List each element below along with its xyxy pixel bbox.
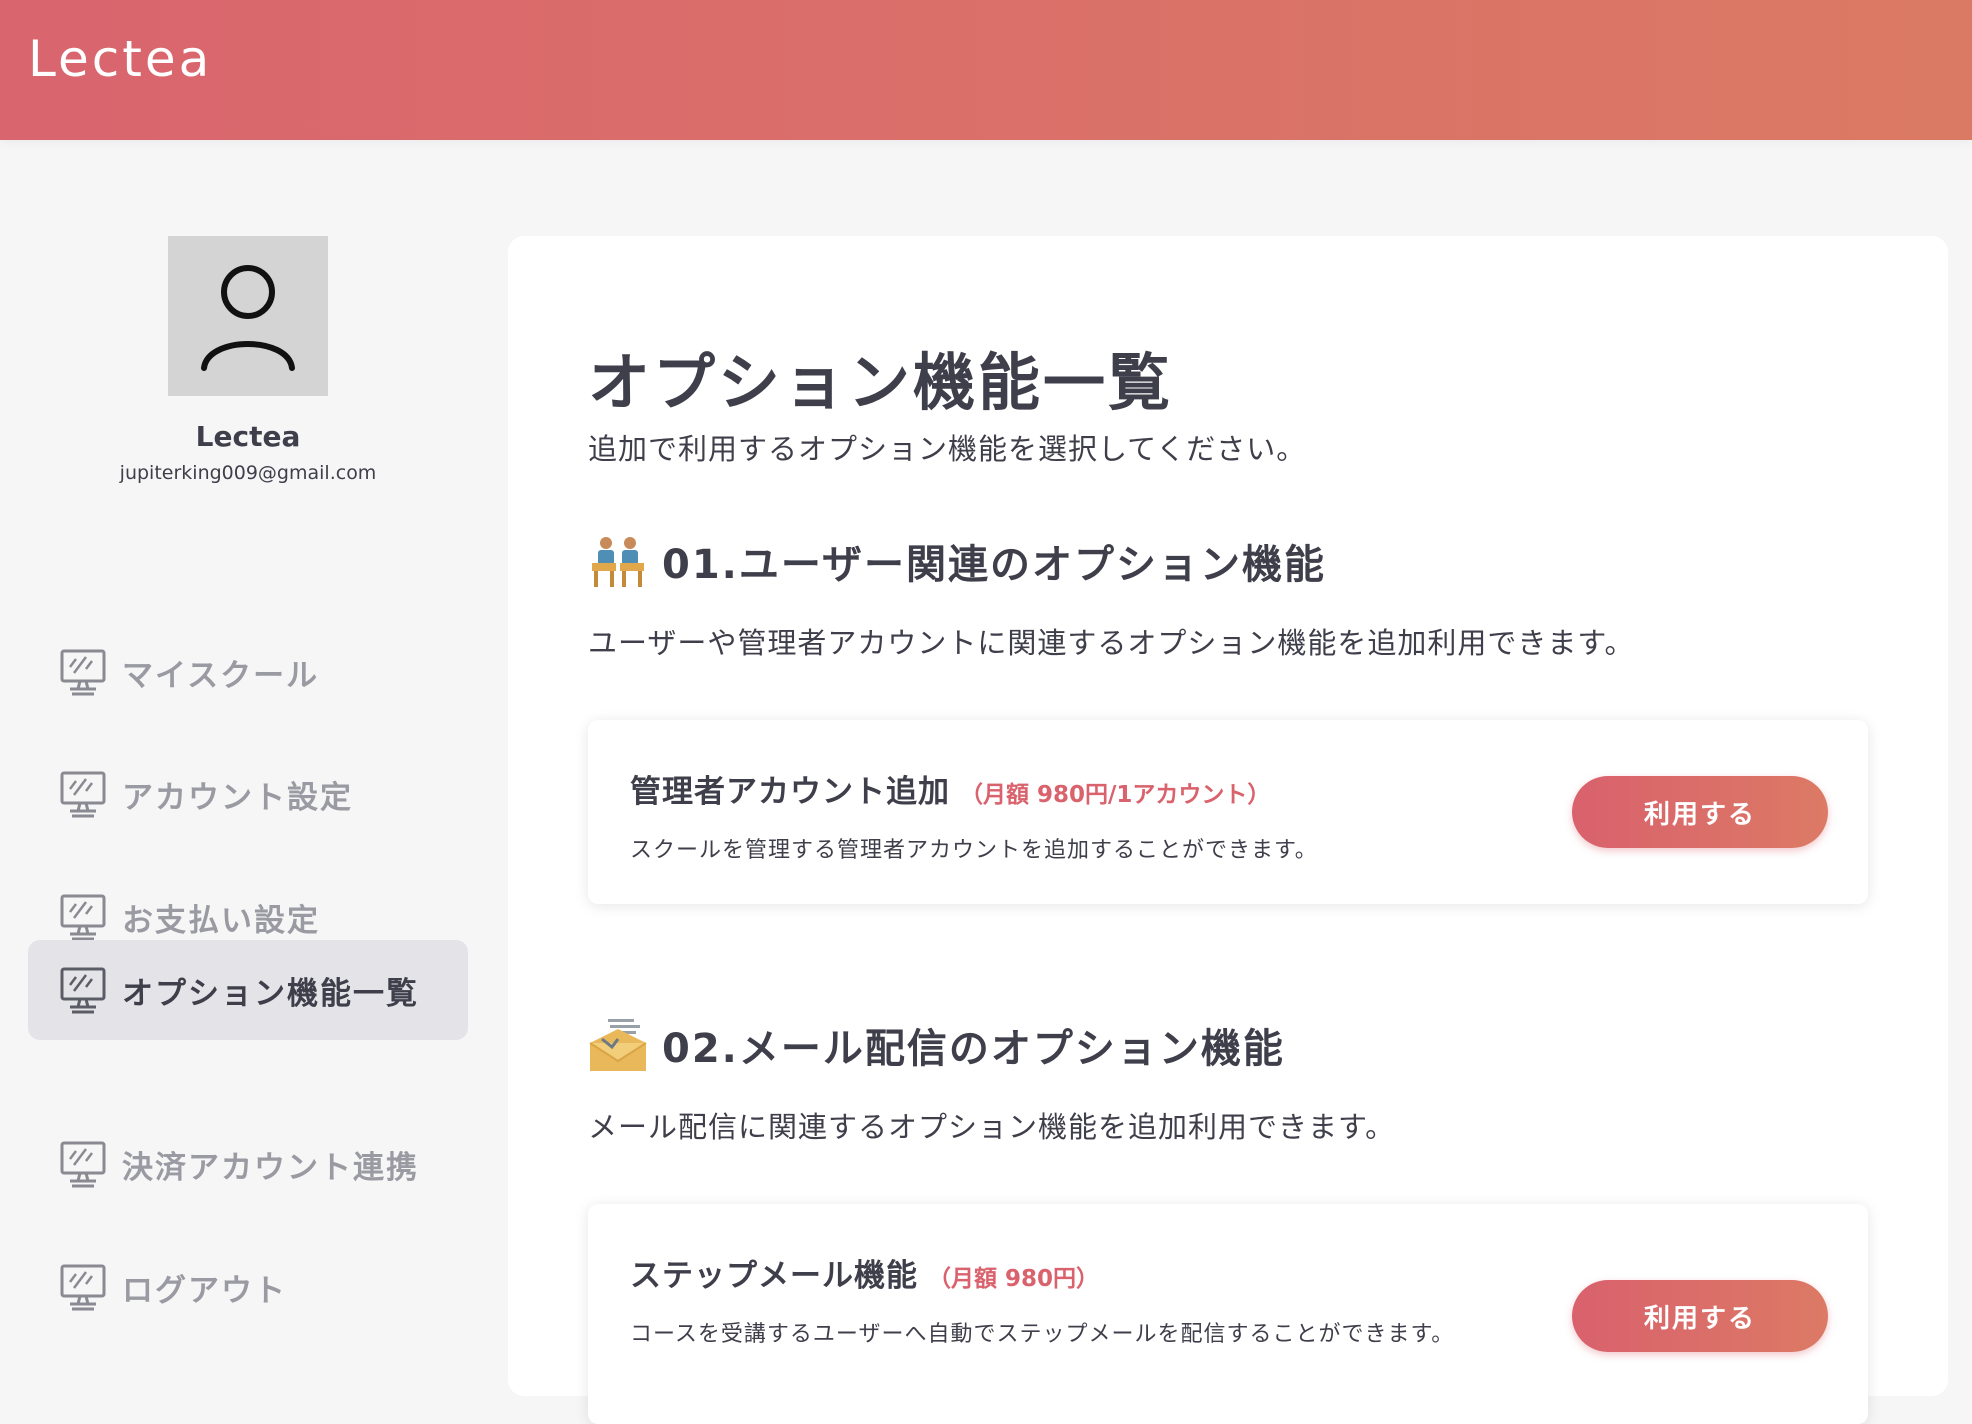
section-heading-mail-options: 02.メール配信のオプション機能 (588, 1016, 1285, 1074)
option-description: スクールを管理する管理者アカウントを追加することができます。 (630, 838, 1318, 863)
page-title: オプション機能一覧 (588, 346, 1174, 419)
monitor-icon (60, 1141, 106, 1188)
use-button[interactable]: 利用する (1572, 776, 1828, 848)
option-price: （月額 980円） (928, 1266, 1100, 1292)
page-subtitle: 追加で利用するオプション機能を選択してください。 (588, 432, 1307, 466)
users-at-desks-icon (592, 537, 644, 587)
sidebar-item-payment-account-link[interactable]: 決済アカウント連携 (28, 1114, 468, 1214)
monitor-icon (60, 771, 106, 818)
sidebar-item-label: 決済アカウント連携 (122, 1149, 419, 1186)
monitor-icon (60, 1264, 106, 1311)
option-card-admin-account: 管理者アカウント追加 （月額 980円/1アカウント） スクールを管理する管理者… (588, 720, 1868, 904)
monitor-icon (60, 649, 106, 696)
avatar[interactable] (168, 236, 328, 396)
sidebar-item-label: オプション機能一覧 (122, 975, 419, 1012)
main-card: オプション機能一覧 追加で利用するオプション機能を選択してください。 01.ユー… (508, 236, 1948, 1424)
section-title: 02.メール配信のオプション機能 (662, 1026, 1285, 1072)
sidebar-item-option-features[interactable]: オプション機能一覧 (28, 940, 468, 1040)
section-title: 01.ユーザー関連のオプション機能 (662, 542, 1327, 588)
sidebar: Lectea jupiterking009@gmail.com マイスクール ア… (0, 140, 500, 1380)
app-header: Lectea (0, 0, 1972, 140)
option-title: 管理者アカウント追加 (630, 774, 950, 810)
sidebar-item-logout[interactable]: ログアウト (28, 1237, 468, 1337)
option-card-step-mail: ステップメール機能 （月額 980円） コースを受講するユーザーへ自動でステップ… (588, 1204, 1868, 1424)
section-description: ユーザーや管理者アカウントに関連するオプション機能を追加利用できます。 (588, 626, 1635, 660)
sidebar-item-label: マイスクール (122, 657, 320, 694)
monitor-icon (60, 967, 106, 1014)
monitor-icon (60, 894, 106, 941)
sidebar-item-label: ログアウト (122, 1272, 287, 1309)
sidebar-item-label: お支払い設定 (122, 902, 320, 939)
sidebar-item-account-settings[interactable]: アカウント設定 (28, 744, 468, 844)
section-heading-user-options: 01.ユーザー関連のオプション機能 (588, 532, 1326, 590)
envelope-icon (589, 1019, 647, 1071)
user-name: Lectea (195, 420, 301, 453)
user-icon (201, 265, 295, 371)
option-title-row: ステップメール機能 （月額 980円） (630, 1250, 1099, 1295)
option-price: （月額 980円/1アカウント） (960, 782, 1271, 808)
option-title-row: 管理者アカウント追加 （月額 980円/1アカウント） (630, 766, 1270, 811)
sidebar-item-my-school[interactable]: マイスクール (28, 622, 468, 722)
user-email: jupiterking009@gmail.com (119, 462, 377, 484)
sidebar-item-label: アカウント設定 (122, 779, 353, 816)
use-button[interactable]: 利用する (1572, 1280, 1828, 1352)
option-title: ステップメール機能 (630, 1258, 918, 1294)
app-logo[interactable]: Lectea (28, 30, 212, 88)
section-description: メール配信に関連するオプション機能を追加利用できます。 (588, 1110, 1396, 1144)
option-description: コースを受講するユーザーへ自動でステップメールを配信することができます。 (630, 1322, 1455, 1347)
